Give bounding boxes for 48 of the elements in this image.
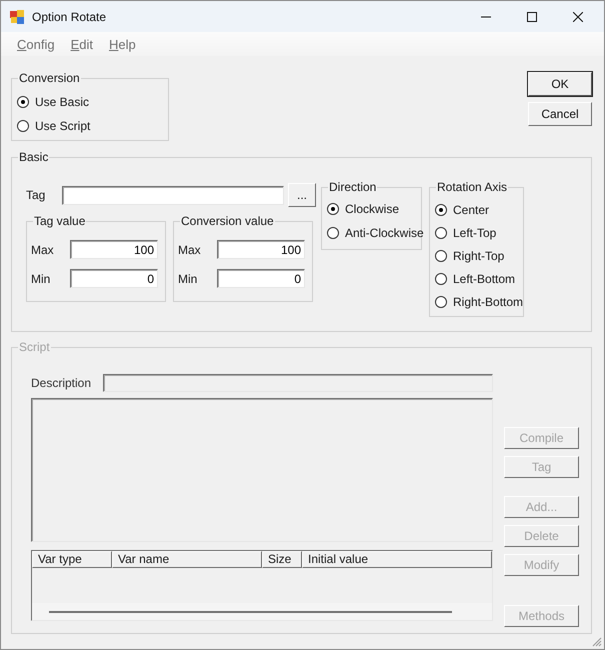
dialog-button[interactable]: Cancel bbox=[528, 102, 592, 126]
group-label: Basic bbox=[18, 150, 50, 164]
radio-button[interactable] bbox=[435, 204, 447, 216]
number-field[interactable]: 100 bbox=[70, 240, 158, 259]
browse-button[interactable]: ... bbox=[288, 183, 316, 207]
radio-button[interactable] bbox=[327, 227, 339, 239]
close-icon bbox=[573, 12, 583, 22]
window-title: Option Rotate bbox=[32, 10, 106, 24]
radio-label[interactable]: Center bbox=[453, 203, 490, 217]
menu-item[interactable]: Help bbox=[101, 36, 144, 52]
group-label: Direction bbox=[328, 180, 378, 194]
radio-label[interactable]: Right-Bottom bbox=[453, 295, 524, 309]
group-label: Tag value bbox=[33, 214, 86, 228]
radio-label[interactable]: Right-Top bbox=[453, 249, 504, 263]
tag-field[interactable] bbox=[62, 186, 284, 204]
menu-item[interactable]: Edit bbox=[62, 36, 101, 52]
group-label: Conversion value bbox=[180, 214, 275, 228]
number-field[interactable]: 0 bbox=[217, 269, 305, 288]
field-label: Max bbox=[178, 242, 202, 256]
radio-button[interactable] bbox=[435, 250, 447, 262]
group-label: Script bbox=[18, 340, 51, 354]
radio-label[interactable]: Use Script bbox=[35, 119, 90, 133]
number-field[interactable]: 0 bbox=[70, 269, 158, 288]
radio-button[interactable] bbox=[17, 120, 29, 132]
radio-button[interactable] bbox=[435, 296, 447, 308]
radio-button[interactable] bbox=[327, 203, 339, 215]
group-label: Conversion bbox=[18, 71, 81, 85]
radio-button[interactable] bbox=[435, 273, 447, 285]
maximize-icon bbox=[527, 12, 537, 22]
number-field[interactable]: 100 bbox=[217, 240, 305, 259]
scrollbar-thumb[interactable] bbox=[49, 610, 452, 612]
resize-grip-icon bbox=[592, 637, 602, 647]
field-label: Tag bbox=[26, 188, 46, 202]
radio-button[interactable] bbox=[17, 96, 29, 108]
radio-button[interactable] bbox=[435, 227, 447, 239]
field-label: Min bbox=[31, 272, 52, 286]
app-icon bbox=[10, 10, 24, 24]
radio-label[interactable]: Anti-Clockwise bbox=[345, 226, 424, 240]
field-label: Description bbox=[31, 376, 92, 390]
radio-label[interactable]: Clockwise bbox=[345, 202, 400, 216]
group-label: Rotation Axis bbox=[436, 180, 508, 194]
dialog-button[interactable]: OK bbox=[528, 72, 592, 96]
field-label: Max bbox=[31, 242, 55, 256]
menu-item[interactable]: Config bbox=[9, 36, 63, 52]
radio-label[interactable]: Left-Bottom bbox=[453, 272, 516, 286]
radio-label[interactable]: Left-Top bbox=[453, 226, 496, 240]
field-label: Min bbox=[178, 272, 198, 286]
radio-label[interactable]: Use Basic bbox=[35, 95, 90, 109]
